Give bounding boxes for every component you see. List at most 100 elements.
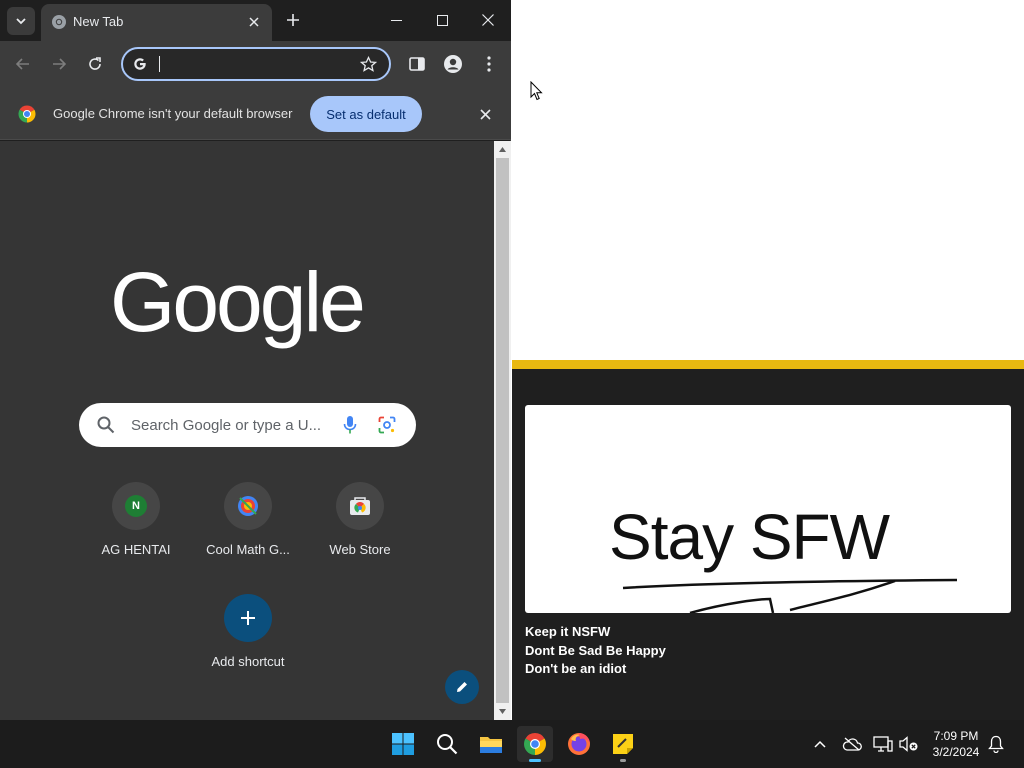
- avatar-icon: [444, 55, 462, 73]
- volume-tray-button[interactable]: [899, 734, 919, 754]
- active-app-indicator: [529, 759, 541, 762]
- shortcut-cool-math-games[interactable]: Cool Math G...: [192, 480, 304, 570]
- scroll-thumb[interactable]: [496, 158, 509, 703]
- start-button[interactable]: [385, 726, 421, 762]
- infobar-message: Google Chrome isn't your default browser: [53, 106, 293, 121]
- shortcut-web-store[interactable]: Web Store: [304, 480, 416, 570]
- customize-chrome-button[interactable]: [445, 670, 479, 704]
- chrome-taskbar-button[interactable]: [517, 726, 553, 762]
- sticky-line: Keep it NSFW: [525, 624, 611, 639]
- plus-icon: [287, 14, 299, 26]
- chrome-logo-icon: [18, 105, 36, 123]
- profile-button[interactable]: [440, 51, 466, 77]
- shortcut-label: Add shortcut: [211, 654, 285, 669]
- close-icon: [249, 17, 259, 27]
- cloud-offline-icon: [842, 737, 862, 751]
- maximize-button[interactable]: [425, 4, 459, 36]
- shortcut-label: AG HENTAI: [101, 542, 171, 557]
- side-panel-icon: [409, 57, 425, 71]
- start-icon: [392, 733, 414, 755]
- onedrive-tray-button[interactable]: [842, 734, 862, 754]
- browser-toolbar: [0, 41, 511, 88]
- running-app-indicator: [620, 759, 626, 762]
- default-browser-infobar: Google Chrome isn't your default browser…: [0, 88, 511, 140]
- set-as-default-button[interactable]: Set as default: [310, 96, 422, 132]
- sticky-line: Dont Be Sad Be Happy: [525, 642, 666, 658]
- ntp-search-box[interactable]: Search Google or type a U...: [79, 403, 416, 447]
- sticky-note-color-bar: [512, 360, 1024, 369]
- more-vert-icon: [487, 56, 491, 72]
- sticky-notes-icon: [613, 734, 633, 754]
- shortcut-ag-hentai[interactable]: N AG HENTAI: [80, 480, 192, 570]
- tab-strip: New Tab: [0, 0, 511, 41]
- tab-title: New Tab: [73, 14, 124, 29]
- google-lens-icon[interactable]: [378, 416, 396, 434]
- webstore-icon: [350, 497, 370, 515]
- chevron-down-icon: [16, 18, 26, 25]
- taskbar-search-button[interactable]: [429, 726, 465, 762]
- forward-button[interactable]: [46, 51, 72, 77]
- side-panel-button[interactable]: [404, 51, 430, 77]
- google-logo: Google: [110, 255, 366, 349]
- taskbar: 7:09 PM 3/2/2024: [0, 720, 1024, 768]
- sticky-line: Don't be an idiot: [525, 661, 627, 676]
- shortcut-tile: [336, 482, 384, 530]
- firefox-taskbar-button[interactable]: [561, 726, 597, 762]
- bell-icon: [988, 735, 1004, 753]
- mouse-pointer-icon: [530, 81, 543, 101]
- file-explorer-button[interactable]: [473, 726, 509, 762]
- back-button[interactable]: [10, 51, 36, 77]
- chrome-favicon-icon: [52, 15, 66, 29]
- menu-button[interactable]: [476, 51, 502, 77]
- clock-date: 3/2/2024: [932, 745, 980, 759]
- sticky-note-text[interactable]: Keep it NSFW Dont Be Sad Be Happy Don't …: [525, 623, 666, 679]
- tab-close-button[interactable]: [244, 12, 264, 32]
- bookmark-star-icon[interactable]: [360, 56, 377, 73]
- shortcut-tile: N: [112, 482, 160, 530]
- shortcut-tile: [224, 482, 272, 530]
- sticky-notes-taskbar-button[interactable]: [605, 726, 641, 762]
- close-icon: [479, 108, 491, 120]
- firefox-icon: [568, 733, 590, 755]
- new-tab-button[interactable]: [282, 9, 304, 31]
- minimize-button[interactable]: [379, 4, 413, 36]
- notifications-button[interactable]: [986, 734, 1006, 754]
- search-icon: [97, 416, 115, 434]
- show-hidden-icons-button[interactable]: [810, 734, 830, 754]
- arrow-left-icon: [15, 58, 29, 70]
- caret-down-icon: [499, 709, 506, 714]
- text-caret: [159, 56, 160, 72]
- sticky-note-window: Stay SFW Keep it NSFW Dont Be Sad Be Hap…: [512, 360, 1024, 720]
- chrome-icon: [524, 733, 546, 755]
- scroll-down-button[interactable]: [494, 703, 511, 720]
- letter-n-icon: N: [125, 495, 147, 517]
- coolmath-icon: [238, 496, 258, 516]
- pencil-icon: [457, 682, 467, 692]
- address-bar[interactable]: [121, 47, 391, 81]
- minimize-icon: [390, 19, 402, 21]
- chrome-window: New Tab Google Chrome isn't your default…: [0, 0, 511, 720]
- caret-up-icon: [499, 147, 506, 152]
- scribble-lines-icon: [622, 578, 958, 613]
- maximize-icon: [436, 14, 448, 26]
- shortcut-label: Web Store: [329, 542, 391, 557]
- clock-time: 7:09 PM: [933, 729, 979, 743]
- scroll-up-button[interactable]: [494, 141, 511, 158]
- reload-button[interactable]: [82, 51, 108, 77]
- network-tray-button[interactable]: [873, 734, 893, 754]
- address-input[interactable]: [159, 53, 349, 75]
- microphone-icon[interactable]: [342, 415, 358, 435]
- tab-new-tab[interactable]: New Tab: [41, 4, 272, 41]
- arrow-right-icon: [53, 58, 67, 70]
- system-clock[interactable]: 7:09 PM 3/2/2024: [926, 728, 986, 760]
- sticky-note-image[interactable]: Stay SFW: [525, 405, 1011, 613]
- add-shortcut[interactable]: Add shortcut: [192, 592, 304, 682]
- new-tab-page: Google Search Google or type a U... N AG…: [0, 141, 494, 720]
- volume-muted-icon: [899, 736, 918, 752]
- page-scrollbar[interactable]: [494, 141, 511, 720]
- infobar-close-button[interactable]: [476, 105, 494, 123]
- close-window-button[interactable]: [471, 4, 505, 36]
- tab-search-button[interactable]: [7, 7, 35, 35]
- close-icon: [482, 14, 494, 26]
- google-g-icon: [134, 58, 146, 70]
